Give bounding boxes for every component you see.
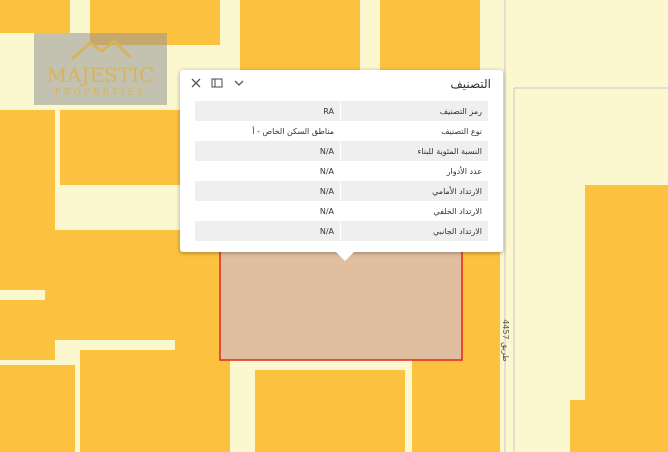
popup-pointer: [336, 252, 354, 261]
close-icon[interactable]: [188, 75, 204, 91]
parcel: [455, 355, 500, 452]
table-row: مناطق السكن الخاص - أ نوع التصنيف: [195, 121, 488, 141]
parcel: [570, 400, 668, 452]
attr-label: نوع التصنيف: [441, 126, 482, 136]
parcel: [640, 290, 668, 360]
parcel: [0, 205, 48, 290]
parcel: [80, 350, 230, 452]
table-row: N/A الارتداد الأمامي: [195, 181, 488, 201]
attr-value: N/A: [195, 221, 341, 241]
attr-label: رمز التصنيف: [340, 101, 488, 121]
feature-popup: التصنيف RA رمز التصنيف مناطق السكن الخاص…: [180, 70, 503, 261]
parcel: [255, 370, 405, 452]
parcel: [240, 0, 360, 75]
attr-value: N/A: [195, 161, 341, 181]
popup-header: التصنيف: [180, 70, 503, 98]
selected-parcel[interactable]: [219, 248, 463, 361]
dock-icon[interactable]: [209, 75, 225, 91]
parcel: [0, 300, 55, 360]
attr-value: مناطق السكن الخاص - أ: [195, 121, 341, 141]
parcel: [460, 250, 500, 360]
attributes-table: RA رمز التصنيف مناطق السكن الخاص - أ نوع…: [195, 101, 488, 241]
parcel: [0, 0, 70, 33]
table-row: RA رمز التصنيف: [195, 101, 488, 121]
logo-tagline: PROPERTIES: [54, 88, 147, 98]
attr-value: N/A: [195, 181, 341, 201]
attr-label: عدد الأدوار: [446, 166, 482, 176]
attr-value: N/A: [195, 201, 341, 221]
parcel: [175, 245, 225, 365]
parcel: [60, 110, 180, 185]
table-row: N/A النسبة المئوية للبناء: [195, 141, 488, 161]
chevron-down-icon[interactable]: [231, 75, 247, 91]
table-row: N/A الارتداد الجانبي: [195, 221, 488, 241]
parcel: [412, 360, 457, 452]
parcel: [0, 365, 75, 452]
road-label: طريق 4457: [500, 319, 510, 362]
popup-title: التصنيف: [450, 77, 491, 91]
roof-icon: [71, 38, 132, 61]
attr-label: الارتداد الأمامي: [340, 181, 488, 201]
attr-label: الارتداد الجانبي: [340, 221, 488, 241]
table-row: N/A الارتداد الخلفي: [195, 201, 488, 221]
table-row: N/A عدد الأدوار: [195, 161, 488, 181]
parcel: [45, 230, 195, 340]
majestic-properties-logo: MAJESTIC PROPERTIES: [34, 33, 167, 105]
attr-value: N/A: [195, 141, 341, 161]
attr-label: النسبة المئوية للبناء: [340, 141, 488, 161]
attr-value: RA: [195, 101, 341, 121]
logo-name: MAJESTIC: [46, 63, 155, 87]
parcel: [380, 0, 480, 70]
attr-label: الارتداد الخلفي: [433, 206, 482, 216]
